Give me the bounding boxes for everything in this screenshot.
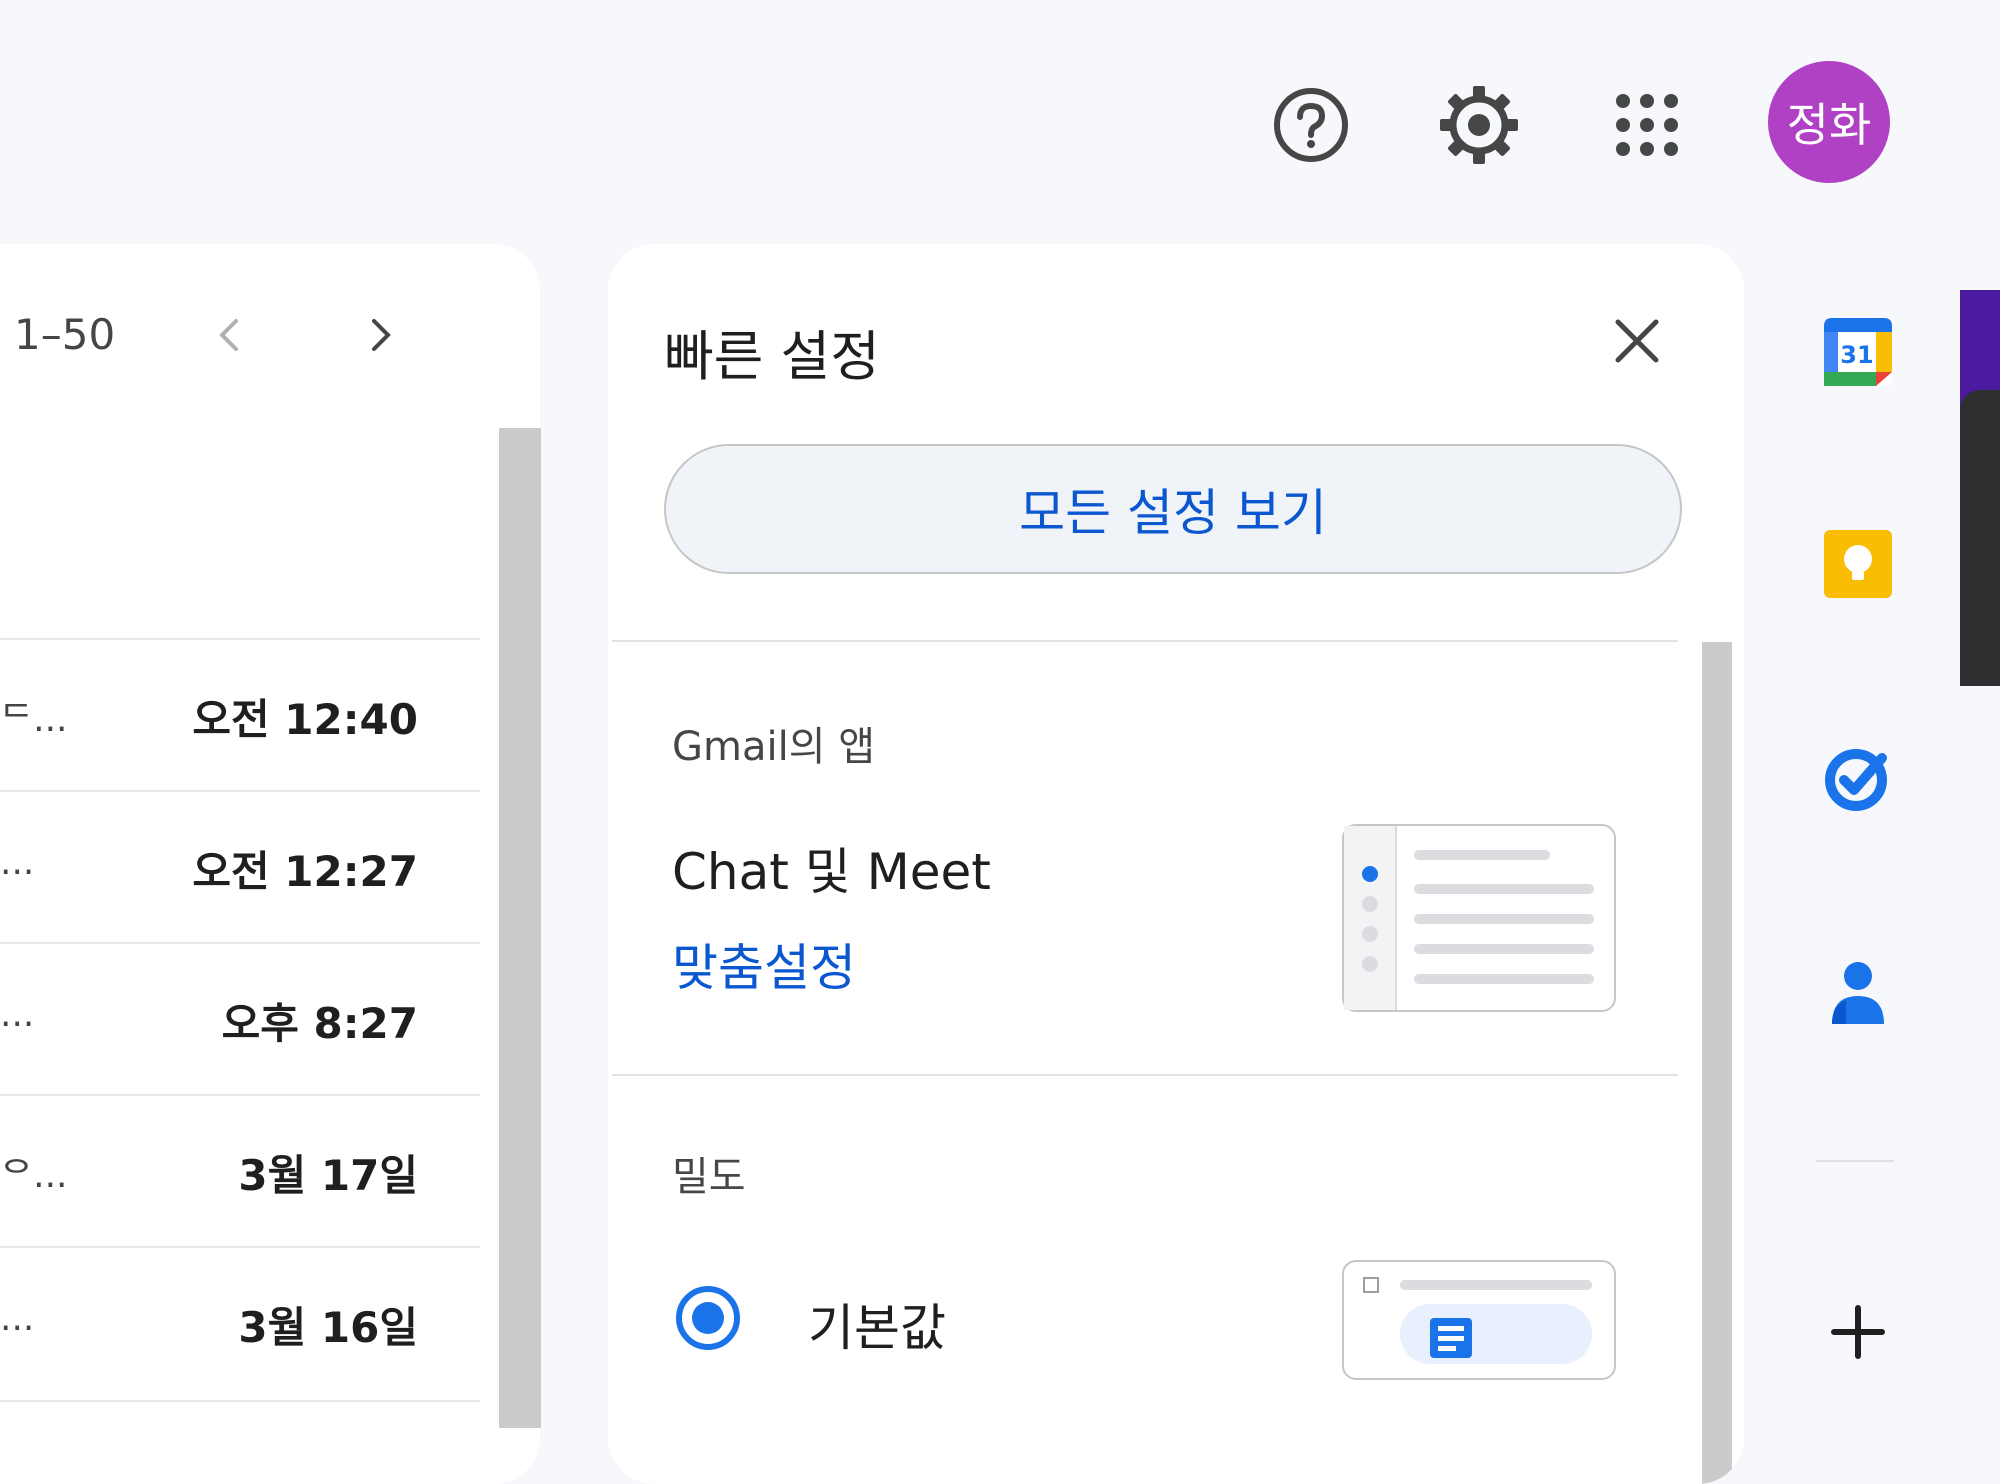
chevron-right-icon: [372, 319, 391, 351]
older-page-button[interactable]: [345, 300, 415, 370]
gear-icon: [1440, 86, 1518, 164]
mail-time: 오전 12:40: [192, 695, 418, 744]
contacts-icon: [1832, 962, 1884, 1024]
chevron-left-icon: [219, 319, 238, 351]
edge-window-overlay: [1960, 390, 2000, 686]
apps-button[interactable]: [1602, 80, 1692, 170]
density-default-preview: [1342, 1260, 1616, 1380]
mail-time: 3월 16일: [238, 1303, 418, 1352]
apps-section-label: Gmail의 앱: [672, 724, 876, 770]
mail-time: 오전 12:27: [192, 847, 418, 896]
mail-row[interactable]: ... 오전 12:27: [0, 790, 480, 944]
tasks-app-button[interactable]: [1816, 736, 1900, 820]
keep-app-button[interactable]: [1816, 522, 1900, 606]
close-button[interactable]: [1602, 306, 1672, 376]
mail-snippet: ...: [0, 994, 35, 1035]
quick-settings-title: 빠른 설정: [664, 325, 880, 388]
mail-row[interactable]: ᄋ... 3월 17일: [0, 1094, 480, 1248]
mail-snippet: ᄃ...: [0, 699, 68, 740]
side-panel-divider: [1816, 1160, 1894, 1162]
chat-meet-label: Chat 및 Meet: [672, 843, 991, 901]
close-icon: [1615, 319, 1659, 363]
mail-snippet: ...: [0, 842, 35, 883]
contacts-app-button[interactable]: [1816, 950, 1900, 1034]
mail-time: 오후 8:27: [221, 999, 418, 1048]
quick-settings-scrollbar[interactable]: [1702, 642, 1732, 1484]
keep-icon: [1824, 530, 1892, 598]
density-default-radio[interactable]: [676, 1286, 740, 1350]
account-avatar[interactable]: 정화: [1768, 61, 1890, 183]
mail-row[interactable]: ... 3월 16일: [0, 1246, 480, 1402]
mail-snippet: ...: [0, 1298, 35, 1339]
plus-icon: [1831, 1305, 1885, 1359]
pagination-range: 1–50: [14, 310, 116, 359]
mail-row[interactable]: ... 오후 8:27: [0, 942, 480, 1096]
layout-preview-icon: [1344, 826, 1594, 1010]
see-all-settings-button[interactable]: 모든 설정 보기: [664, 444, 1682, 574]
add-app-button[interactable]: [1816, 1290, 1900, 1374]
density-default-label: 기본값: [808, 1299, 946, 1357]
help-button[interactable]: [1266, 80, 1356, 170]
tasks-icon: [1825, 749, 1887, 811]
calendar-app-button[interactable]: 31: [1816, 310, 1900, 394]
apps-grid-icon: [1616, 94, 1678, 156]
radio-selected-dot: [692, 1302, 724, 1334]
help-circle-icon: [1274, 88, 1348, 162]
divider: [612, 1074, 1678, 1076]
newer-page-button[interactable]: [195, 300, 265, 370]
settings-button[interactable]: [1434, 80, 1524, 170]
divider: [612, 640, 1678, 642]
mail-list-scrollbar[interactable]: [499, 428, 541, 1428]
mail-snippet: ᄋ...: [0, 1155, 68, 1196]
calendar-icon: 31: [1824, 318, 1892, 386]
density-section-label: 밀도: [672, 1154, 746, 1200]
quick-settings-panel: 빠른 설정 모든 설정 보기 Gmail의 앱 Chat 및 Meet 맞춤설정…: [608, 244, 1744, 1484]
mail-row[interactable]: ᄃ... 오전 12:40: [0, 638, 480, 792]
customize-link[interactable]: 맞춤설정: [672, 928, 856, 1000]
density-preview-icon: [1363, 1277, 1592, 1364]
mail-time: 3월 17일: [238, 1151, 418, 1200]
svg-text:31: 31: [1840, 341, 1873, 369]
chat-meet-preview: [1342, 824, 1616, 1012]
